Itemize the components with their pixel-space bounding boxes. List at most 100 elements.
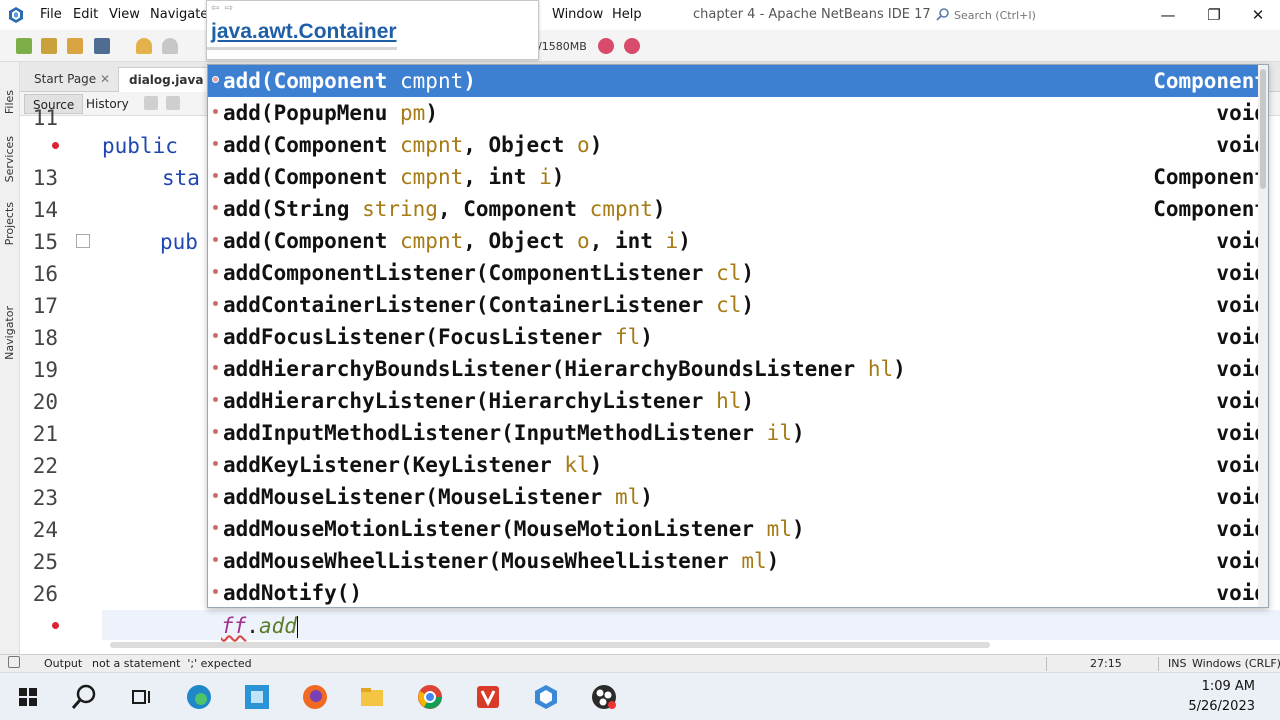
taskbar-clock-date[interactable]: 5/26/2023 <box>1188 699 1255 714</box>
completion-item[interactable]: addHierarchyListener(HierarchyListener h… <box>208 385 1268 417</box>
completion-item[interactable]: addFocusListener(FocusListener fl) void <box>208 321 1268 353</box>
line-number: 24 <box>32 518 58 542</box>
param-name: o <box>577 133 590 157</box>
search-box[interactable] <box>936 6 1146 24</box>
completion-item[interactable]: add(Component cmpnt, Object o, int i) voi… <box>208 225 1268 257</box>
completion-item[interactable]: addNotify() void <box>208 577 1268 607</box>
side-tab-services[interactable]: Services <box>3 136 16 182</box>
line-number: 13 <box>32 166 58 190</box>
chrome-icon[interactable] <box>416 683 444 711</box>
completion-item[interactable]: addComponentListener(ComponentListener c… <box>208 257 1268 289</box>
fold-toggle-icon[interactable] <box>76 234 90 248</box>
completion-signature: add(Component cmpnt) <box>223 69 476 93</box>
status-message: not a statement ';' expected <box>92 657 252 670</box>
param-name: o <box>577 229 590 253</box>
completion-item[interactable]: add(String string, Component cmpnt) Compo… <box>208 193 1268 225</box>
completion-item[interactable]: addKeyListener(KeyListener kl) void <box>208 449 1268 481</box>
completion-item[interactable]: addHierarchyBoundsListener(HierarchyBoun… <box>208 353 1268 385</box>
line-endings[interactable]: Windows (CRLF) <box>1192 657 1280 670</box>
menu-help[interactable]: Help <box>612 7 642 22</box>
netbeans-taskbar-icon[interactable] <box>532 683 560 711</box>
completion-item[interactable]: addContainerListener(ContainerListener c… <box>208 289 1268 321</box>
completion-item[interactable]: add(PopupMenu pm) void <box>208 97 1268 129</box>
menu-window[interactable]: Window <box>552 7 603 22</box>
side-tab-files[interactable]: Files <box>3 90 16 114</box>
return-type: Component <box>1153 69 1267 93</box>
param-name: ml <box>766 517 792 541</box>
completion-signature: addComponentListener(ComponentListener c… <box>223 261 754 285</box>
obs-studio-icon[interactable] <box>590 683 618 711</box>
firefox-icon[interactable] <box>301 683 329 711</box>
maximize-button[interactable]: ❐ <box>1194 4 1234 26</box>
new-file-icon[interactable] <box>16 38 32 54</box>
memory-indicator[interactable]: /1580MB <box>538 40 587 53</box>
open-project-icon[interactable] <box>67 38 83 54</box>
output-tab[interactable]: Output <box>44 657 82 670</box>
insert-mode: INS <box>1168 657 1187 670</box>
code-fragment-static: sta <box>162 166 200 190</box>
completion-item[interactable]: addMouseMotionListener(MouseMotionListen… <box>208 513 1268 545</box>
close-button[interactable]: ✕ <box>1238 4 1278 26</box>
method-bullet-icon <box>212 428 219 435</box>
signature-close: ) <box>893 357 906 381</box>
status-bar: Output not a statement ';' expected 27:1… <box>0 654 1280 672</box>
param-type: , int <box>589 229 666 253</box>
tab-start-page[interactable]: Start Page ✕ <box>24 67 120 92</box>
completion-item[interactable]: add(Component cmpnt, int i) Component <box>208 161 1268 193</box>
visual-paradigm-icon[interactable] <box>474 683 502 711</box>
output-window-icon[interactable] <box>8 656 20 668</box>
windows-start-icon[interactable] <box>14 683 42 711</box>
warning-marker-icon[interactable] <box>52 142 59 149</box>
method-name: addMouseMotionListener( <box>223 517 514 541</box>
param-name: i <box>539 165 552 189</box>
method-name: addHierarchyListener( <box>223 389 489 413</box>
horizontal-scrollbar[interactable] <box>110 642 990 648</box>
tooltip-divider <box>207 47 397 50</box>
param-type: MouseListener <box>437 485 615 509</box>
completion-item[interactable]: addMouseWheelListener(MouseWheelListener… <box>208 545 1268 577</box>
completion-signature: addMouseWheelListener(MouseWheelListener… <box>223 549 779 573</box>
side-tab-projects[interactable]: Projects <box>3 202 16 245</box>
param-type: ComponentListener <box>488 261 717 285</box>
history-view-button[interactable]: History <box>78 94 137 114</box>
completion-item[interactable]: add(Component cmpnt, Object o) void <box>208 129 1268 161</box>
menu-edit[interactable]: Edit <box>73 7 98 22</box>
search-input[interactable] <box>954 6 1146 24</box>
task-view-icon[interactable] <box>127 683 155 711</box>
tooltip-class-link[interactable]: java.awt.Container <box>211 20 397 44</box>
gc-icon[interactable] <box>598 38 614 54</box>
minimize-button[interactable]: — <box>1148 4 1188 26</box>
new-project-icon[interactable] <box>41 38 57 54</box>
completion-item[interactable]: addMouseListener(MouseListener ml) void <box>208 481 1268 513</box>
completion-item[interactable]: addInputMethodListener(InputMethodListen… <box>208 417 1268 449</box>
menu-file[interactable]: File <box>40 7 62 22</box>
photos-app-icon[interactable] <box>243 683 271 711</box>
save-all-icon[interactable] <box>94 38 110 54</box>
file-explorer-icon[interactable] <box>358 683 386 711</box>
param-type: MouseWheelListener <box>501 549 742 573</box>
line-number: 15 <box>32 230 58 254</box>
menu-view[interactable]: View <box>109 7 140 22</box>
redo-icon[interactable] <box>162 38 178 54</box>
param-type: MouseMotionListener <box>513 517 767 541</box>
forward-icon[interactable] <box>166 96 180 110</box>
menu-navigate[interactable]: Navigate <box>150 7 208 22</box>
profile-icon[interactable] <box>624 38 640 54</box>
tab-close-icon[interactable]: ✕ <box>100 72 110 86</box>
signature-close: ) <box>741 389 755 413</box>
completion-scroll-thumb[interactable] <box>1260 69 1266 189</box>
param-type: , Object <box>463 229 578 253</box>
back-icon[interactable] <box>144 96 158 110</box>
method-bullet-icon <box>212 108 219 115</box>
completion-item[interactable]: add(Component cmpnt) Component <box>208 65 1268 97</box>
tooltip-nav-arrows-icon[interactable]: ⇦ ⇨ <box>211 3 234 14</box>
method-name: add( <box>223 133 274 157</box>
completion-scrollbar[interactable] <box>1258 65 1268 607</box>
side-tab-navigator[interactable]: Navigator <box>3 306 16 360</box>
taskbar-clock-time[interactable]: 1:09 AM <box>1202 679 1255 694</box>
edge-browser-icon[interactable] <box>185 683 213 711</box>
signature-close: ) <box>741 293 755 317</box>
taskbar-search-icon[interactable] <box>70 683 98 711</box>
undo-icon[interactable] <box>136 38 152 54</box>
error-marker-icon[interactable] <box>52 622 59 629</box>
